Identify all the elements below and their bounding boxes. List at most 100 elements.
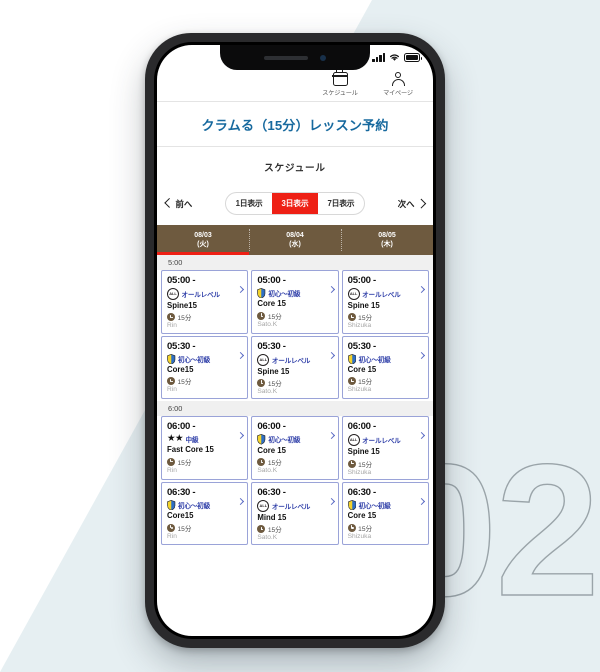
lesson-level: ALL オールレベル (347, 287, 424, 300)
lesson-duration: 15分 (257, 457, 333, 467)
lesson-level: 初心〜初級 (347, 499, 424, 511)
lesson-level: ★★ 中級 (167, 434, 243, 444)
level-shield-icon (347, 353, 357, 365)
clock-icon (257, 311, 266, 320)
date-column-2[interactable]: 08/04 (水) (249, 225, 341, 255)
lesson-card[interactable]: 06:30 - 初心〜初級 Core 15 15分 Shizuka (341, 481, 429, 546)
lesson-duration: 15分 (347, 459, 424, 469)
lesson-duration-label: 15分 (267, 313, 282, 321)
chevron-left-icon (164, 198, 174, 209)
lesson-instructor: Rin (167, 386, 177, 394)
lesson-level-label: 初心〜初級 (358, 356, 391, 364)
level-all-icon: ALL (347, 287, 360, 300)
lesson-instructor: Rin (167, 532, 177, 540)
level-shield-icon (257, 434, 266, 445)
lesson-level: ALL オールレベル (257, 499, 333, 512)
slot-row: 05:30 - 初心〜初級 Core15 15分 Rin 05:30 - ALL オールレベル… (157, 335, 433, 400)
lesson-instructor: Shizuka (347, 532, 372, 540)
lesson-level-label: 中級 (185, 437, 199, 445)
lesson-time: 05:30 - (257, 340, 286, 352)
lesson-level: 初心〜初級 (167, 353, 243, 365)
lesson-duration: 15分 (257, 524, 333, 534)
lesson-card[interactable]: 05:00 - ALL オールレベル Spine15 15分 Rin (161, 269, 249, 334)
slot-row: 06:30 - 初心〜初級 Core15 15分 Rin 06:30 - ALL オールレベル… (157, 481, 433, 546)
lesson-instructor: Shizuka (347, 386, 372, 394)
time-divider: 6:00 (157, 401, 433, 417)
lesson-title: Core 15 (347, 511, 377, 521)
lesson-time: 05:00 - (347, 274, 377, 286)
lesson-level: ALL オールレベル (167, 287, 243, 300)
segment-1day[interactable]: 1日表示 (226, 193, 272, 214)
lesson-card[interactable]: 06:00 - ★★ 中級 Fast Core 15 15分 Rin (161, 416, 249, 480)
lesson-title: Fast Core 15 (167, 445, 214, 455)
date-column-3[interactable]: 08/05 (木) (341, 225, 433, 255)
lesson-time: 06:30 - (347, 486, 377, 498)
lesson-title: Core 15 (257, 299, 286, 309)
lesson-time: 06:30 - (257, 486, 286, 498)
lesson-duration-label: 15分 (358, 461, 373, 469)
slot-row: 06:00 - ★★ 中級 Fast Core 15 15分 Rin 06:00 - 初心〜初… (157, 416, 433, 480)
lesson-level-label: オールレベル (271, 357, 311, 365)
lesson-card[interactable]: 05:30 - 初心〜初級 Core15 15分 Rin (161, 335, 249, 400)
lesson-card[interactable]: 05:30 - ALL オールレベル Spine 15 15分 Sato.K (251, 335, 339, 400)
date-strip: 08/03 (火) 08/04 (水) 08/05 (木) (157, 225, 433, 255)
lesson-title: Core15 (167, 511, 194, 521)
lesson-card[interactable]: 05:00 - ALL オールレベル Spine 15 15分 Shizuka (341, 269, 429, 334)
lesson-level-label: 初心〜初級 (178, 503, 210, 511)
clock-icon (347, 459, 356, 468)
lesson-duration-label: 15分 (177, 459, 192, 467)
date-weekday: (水) (289, 241, 301, 249)
lesson-card[interactable]: 05:00 - 初心〜初級 Core 15 15分 Sato.K (251, 269, 339, 334)
next-button[interactable]: 次へ (397, 198, 426, 210)
level-shield-icon (347, 499, 357, 511)
level-shield-icon (167, 353, 176, 365)
signal-bars-icon (372, 53, 385, 62)
chevron-right-icon (416, 198, 426, 209)
lesson-title: Spine15 (167, 300, 197, 310)
level-all-icon: ALL (347, 434, 360, 447)
clock-icon (167, 377, 175, 386)
lesson-duration: 15分 (257, 311, 333, 321)
segment-3day[interactable]: 3日表示 (272, 193, 318, 214)
phone-mockup: スケジュール マイページ クラムる（15分）レッスン予約 スケジュール 前へ 1… (145, 33, 445, 648)
lesson-card[interactable]: 06:00 - ALL オールレベル Spine 15 15分 Shizuka (341, 416, 429, 480)
nav-mypage[interactable]: マイページ (377, 72, 419, 97)
lesson-duration-label: 15分 (177, 315, 192, 323)
clock-icon (167, 313, 175, 322)
lesson-time: 05:00 - (167, 274, 196, 286)
lesson-card[interactable]: 06:30 - 初心〜初級 Core15 15分 Rin (161, 481, 249, 546)
clock-icon (347, 377, 356, 386)
lesson-duration: 15分 (167, 457, 243, 467)
lesson-card[interactable]: 06:30 - ALL オールレベル Mind 15 15分 Sato.K (251, 481, 339, 546)
display-range-segmented-control: 1日表示 3日表示 7日表示 (225, 192, 365, 215)
phone-bezel: スケジュール マイページ クラムる（15分）レッスン予約 スケジュール 前へ 1… (154, 42, 436, 639)
lesson-duration: 15分 (347, 312, 424, 322)
lesson-duration-label: 15分 (267, 380, 282, 388)
date-value: 08/05 (378, 232, 396, 239)
lesson-instructor: Rin (167, 322, 177, 330)
segment-7day[interactable]: 7日表示 (318, 193, 364, 214)
lesson-card[interactable]: 05:30 - 初心〜初級 Core 15 15分 Shizuka (341, 335, 429, 400)
clock-icon (257, 378, 266, 387)
next-label: 次へ (397, 198, 415, 209)
lesson-duration-label: 15分 (358, 525, 373, 533)
lesson-instructor: Shizuka (347, 468, 372, 476)
level-stars-icon: ★★ (167, 433, 184, 445)
lesson-time: 06:30 - (167, 486, 196, 498)
lesson-level: 初心〜初級 (167, 499, 243, 511)
lesson-title: Core15 (167, 365, 194, 375)
nav-schedule-label: スケジュール (322, 90, 358, 97)
lesson-time: 06:00 - (257, 421, 286, 433)
clock-icon (167, 457, 175, 466)
lesson-level-label: 初心〜初級 (268, 291, 301, 299)
prev-button[interactable]: 前へ (164, 198, 192, 210)
lesson-card[interactable]: 06:00 - 初心〜初級 Core 15 15分 Sato.K (251, 416, 339, 480)
date-column-1[interactable]: 08/03 (火) (157, 225, 249, 255)
slot-row: 05:00 - ALL オールレベル Spine15 15分 Rin 05:00 - 初心〜初… (157, 269, 433, 334)
nav-schedule[interactable]: スケジュール (319, 69, 361, 97)
lesson-level: ALL オールレベル (257, 353, 333, 366)
lesson-level-label: オールレベル (362, 291, 401, 299)
clock-icon (257, 458, 266, 466)
level-all-icon: ALL (167, 287, 179, 300)
time-divider: 5:00 (157, 254, 433, 270)
